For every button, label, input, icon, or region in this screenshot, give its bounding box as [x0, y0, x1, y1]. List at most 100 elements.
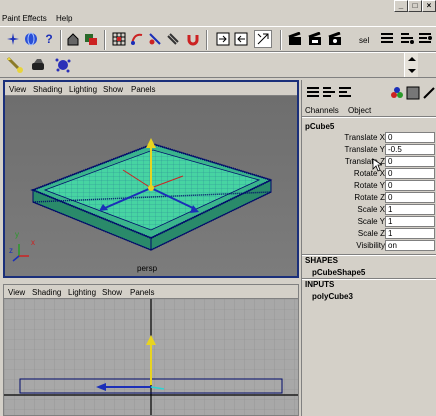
- toolbar-divider: [60, 30, 62, 50]
- axis-label-y: y: [15, 230, 19, 239]
- viewport-menu-shading[interactable]: Shading: [32, 288, 61, 297]
- viewport-menu-show[interactable]: Show: [102, 288, 122, 297]
- attr-label: Scale Z: [357, 229, 385, 238]
- input-node-name[interactable]: polyCube3: [312, 292, 353, 301]
- front-viewport[interactable]: View Shading Lighting Show Panels: [3, 284, 299, 416]
- menu-help[interactable]: Help: [56, 14, 72, 23]
- attr-label: Visibility: [356, 241, 385, 250]
- inputs-header: INPUTS: [305, 280, 335, 289]
- maya-window: Paint Effects Help _ □ × ? sel View Shad…: [0, 0, 436, 416]
- channel-options-icon[interactable]: [338, 86, 352, 100]
- attr-row-translate-z: Translate Z 0: [302, 156, 436, 168]
- attr-row-translate-y: Translate Y -0.5: [302, 144, 436, 156]
- output-ops-icon[interactable]: [234, 32, 248, 46]
- shape-node-name[interactable]: pCubeShape5: [312, 268, 365, 277]
- brush-layer-icon[interactable]: [422, 86, 436, 100]
- camera-label: persp: [137, 264, 158, 273]
- select-component-icon[interactable]: [112, 32, 126, 46]
- render-settings-icon[interactable]: [328, 31, 342, 46]
- viewport-menu-view[interactable]: View: [8, 288, 25, 297]
- menu-bar: Paint Effects Help _ □ ×: [0, 0, 436, 26]
- rotate-x-field[interactable]: 0: [385, 168, 435, 179]
- close-button[interactable]: ×: [422, 0, 436, 12]
- status-line-toolbar: ? sel: [0, 26, 436, 52]
- scale-z-field[interactable]: 1: [385, 228, 435, 239]
- divider: [302, 116, 436, 118]
- axis-label-z: z: [9, 246, 13, 255]
- attr-row-scale-x: Scale X 1: [302, 204, 436, 216]
- visibility-field[interactable]: on: [385, 240, 435, 251]
- sel-label: sel: [359, 36, 370, 45]
- attr-row-scale-z: Scale Z 1: [302, 228, 436, 240]
- viewport-menu-panels[interactable]: Panels: [131, 85, 155, 94]
- attr-label: Scale X: [357, 205, 385, 214]
- home-icon[interactable]: [66, 32, 80, 46]
- attr-label: Rotate Y: [354, 181, 385, 190]
- translate-y-field[interactable]: -0.5: [385, 144, 435, 155]
- perspective-canvas[interactable]: y x z persp: [5, 96, 297, 276]
- globe-icon[interactable]: [24, 32, 38, 46]
- rotate-z-field[interactable]: 0: [385, 192, 435, 203]
- display-layer-icon[interactable]: [390, 86, 404, 100]
- magnet-icon[interactable]: [186, 32, 200, 46]
- show-tool-settings-icon[interactable]: [418, 32, 432, 46]
- select-handle-icon[interactable]: [148, 32, 162, 46]
- tab-object[interactable]: Object: [348, 106, 371, 115]
- construction-history-icon[interactable]: [254, 30, 272, 48]
- select-curve-icon[interactable]: [130, 32, 144, 46]
- paint-tube-icon[interactable]: [30, 56, 48, 74]
- ipr-render-icon[interactable]: [308, 31, 322, 46]
- channel-box-list-icon[interactable]: [306, 86, 320, 100]
- viewport-menu-lighting[interactable]: Lighting: [68, 288, 96, 297]
- shelf-scrollbar[interactable]: [404, 53, 418, 77]
- scale-x-field[interactable]: 1: [385, 204, 435, 215]
- front-canvas[interactable]: [4, 299, 298, 415]
- toolbar-divider: [280, 30, 282, 50]
- maximize-button[interactable]: □: [408, 0, 422, 12]
- select-misc-icon[interactable]: [166, 32, 180, 46]
- show-attribute-editor-icon[interactable]: [400, 32, 414, 46]
- front-grid-scene: [4, 299, 298, 415]
- attr-label: Rotate Z: [354, 193, 385, 202]
- sparkle-icon[interactable]: [6, 32, 20, 46]
- object-name: pCube5: [305, 122, 335, 131]
- viewport-menu-shading[interactable]: Shading: [33, 85, 62, 94]
- viewport-menu-view[interactable]: View: [9, 85, 26, 94]
- translate-x-field[interactable]: 0: [385, 132, 435, 143]
- axis-label-x: x: [31, 238, 35, 247]
- viewport-menu-panels[interactable]: Panels: [130, 288, 154, 297]
- viewport-menu-bar: View Shading Lighting Show Panels: [5, 82, 297, 96]
- toolbar-divider: [104, 30, 106, 50]
- shelf-toolbar: [0, 52, 436, 78]
- mouse-cursor-icon: [372, 158, 382, 172]
- attr-label: Translate X: [344, 133, 385, 142]
- channel-box: Channels Object pCube5 Translate X 0 Tra…: [301, 80, 436, 416]
- show-channel-box-icon[interactable]: [380, 32, 394, 46]
- attr-row-translate-x: Translate X 0: [302, 132, 436, 144]
- viewport-menu-show[interactable]: Show: [103, 85, 123, 94]
- input-ops-icon[interactable]: [216, 32, 230, 46]
- translate-z-field[interactable]: 0: [385, 156, 435, 167]
- scale-y-field[interactable]: 1: [385, 216, 435, 227]
- attr-row-rotate-z: Rotate Z 0: [302, 192, 436, 204]
- attr-label: Translate Y: [344, 145, 385, 154]
- viewport-menu-lighting[interactable]: Lighting: [69, 85, 97, 94]
- tab-channels[interactable]: Channels: [305, 106, 339, 115]
- menu-paint-effects[interactable]: Paint Effects: [2, 14, 47, 23]
- render-layer-icon[interactable]: [406, 86, 420, 100]
- attr-label: Scale Y: [357, 217, 385, 226]
- attr-row-rotate-x: Rotate X 0: [302, 168, 436, 180]
- help-question-icon[interactable]: ?: [42, 32, 56, 46]
- perspective-viewport[interactable]: View Shading Lighting Show Panels y x z …: [3, 80, 299, 278]
- attr-row-scale-y: Scale Y 1: [302, 216, 436, 228]
- attr-row-visibility: Visibility on: [302, 240, 436, 252]
- attr-row-rotate-y: Rotate Y 0: [302, 180, 436, 192]
- rotate-y-field[interactable]: 0: [385, 180, 435, 191]
- paint-splatter-icon[interactable]: [54, 56, 72, 74]
- select-hierarchy-icon[interactable]: [84, 32, 98, 46]
- channel-box-tabs: Channels Object: [302, 106, 375, 115]
- minimize-button[interactable]: _: [394, 0, 408, 12]
- paint-brush-icon[interactable]: [6, 56, 24, 74]
- render-clapboard-icon[interactable]: [288, 31, 302, 46]
- layer-editor-icon[interactable]: [322, 86, 336, 100]
